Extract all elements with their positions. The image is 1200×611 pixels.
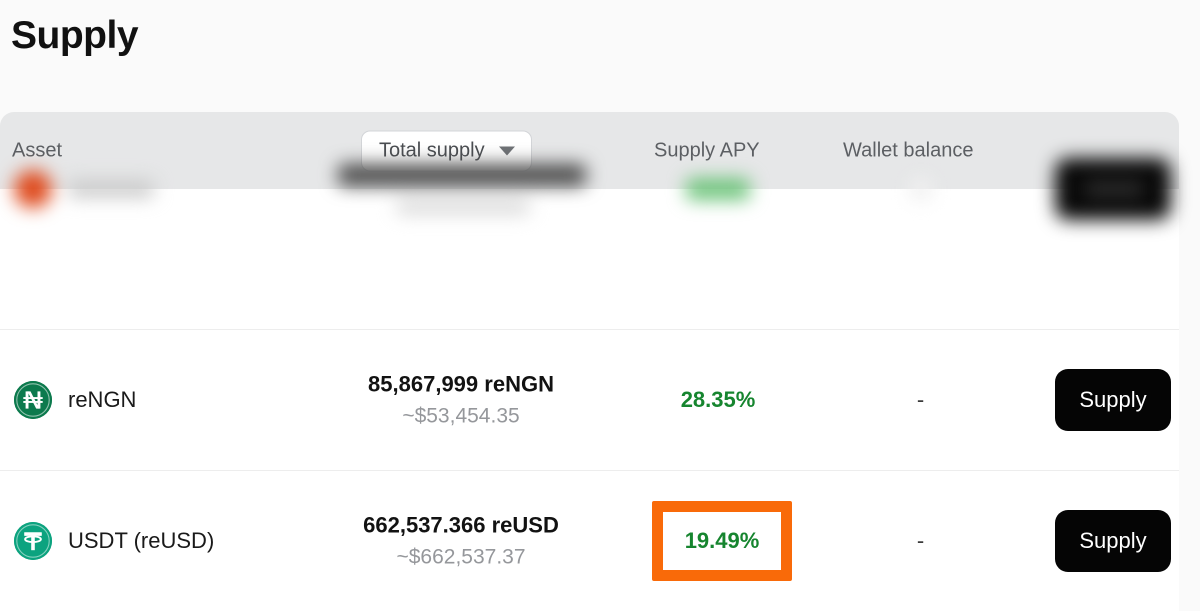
supply-apy-value: 19.49% (684, 528, 760, 553)
page-title: Supply (11, 14, 139, 57)
column-header-supply-apy: Supply APY (654, 139, 760, 161)
table-row[interactable]: USDT (reUSD) 662,537.366 reUSD ~$662,537… (0, 471, 1179, 611)
supply-page: Supply Asset Total supply Supply APY Wal… (0, 0, 1200, 611)
supply-apy-cell: 28.35% (654, 387, 782, 413)
table-row[interactable] (0, 158, 1179, 330)
column-header-asset: Asset (12, 139, 63, 161)
asset-name: USDT (reUSD) (68, 528, 215, 553)
tether-coin-icon (14, 522, 52, 560)
supply-usd-value: ~$53,454.35 (402, 404, 520, 428)
blurred-supply-apy (686, 178, 750, 200)
action-cell: Supply (1055, 510, 1171, 572)
supply-apy-cell-highlighted: 19.49% (652, 501, 792, 581)
blurred-coin-icon (14, 170, 52, 208)
table-row[interactable]: reNGN 85,867,999 reNGN ~$53,454.35 28.35… (0, 330, 1179, 471)
total-supply-cell: 662,537.366 reUSD ~$662,537.37 (271, 513, 651, 570)
blurred-asset-name (68, 180, 154, 198)
supply-apy-value: 28.35% (680, 387, 756, 412)
action-cell: Supply (1055, 369, 1171, 431)
total-supply-cell: 85,867,999 reNGN ~$53,454.35 (271, 372, 651, 429)
column-header-wallet-balance: Wallet balance (843, 139, 974, 161)
asset-name: reNGN (68, 387, 137, 412)
supply-button[interactable]: Supply (1055, 510, 1171, 572)
supply-amount: 662,537.366 reUSD (363, 512, 559, 538)
blurred-supply-usd (396, 200, 530, 214)
blurred-supply-amount (338, 164, 586, 186)
blurred-supply-button-label (1085, 180, 1143, 198)
supply-usd-value: ~$662,537.37 (396, 545, 526, 569)
naira-coin-icon (14, 381, 52, 419)
blurred-wallet-balance (910, 178, 932, 200)
supply-button[interactable]: Supply (1055, 369, 1171, 431)
chevron-down-icon (498, 146, 515, 155)
supply-table: Asset Total supply Supply APY Wallet bal… (0, 112, 1179, 611)
supply-amount: 85,867,999 reNGN (368, 371, 554, 397)
asset-cell: reNGN (14, 381, 136, 419)
wallet-balance-cell: - (916, 387, 925, 412)
asset-cell: USDT (reUSD) (14, 522, 214, 560)
wallet-balance-cell: - (916, 528, 925, 553)
table-header-row: Asset Total supply Supply APY Wallet bal… (0, 112, 1179, 189)
table-body: reNGN 85,867,999 reNGN ~$53,454.35 28.35… (0, 158, 1179, 611)
sort-select-value: Total supply (379, 139, 485, 161)
